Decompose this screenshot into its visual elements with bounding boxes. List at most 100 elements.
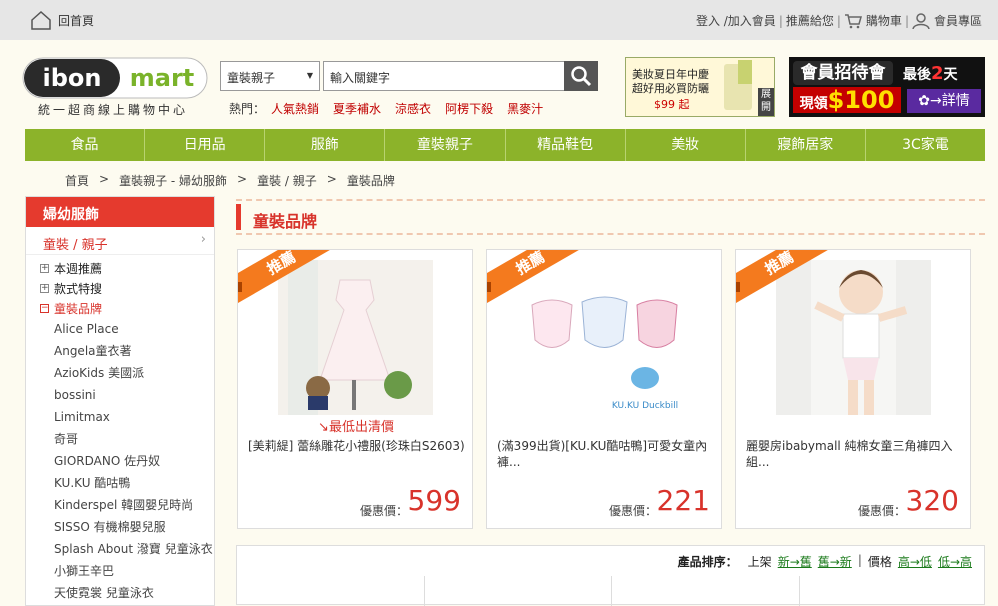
ibon-mart-logo[interactable]: ibon mart [22, 57, 208, 99]
top-links: 登入 /加入會員 | 推薦給您 | 購物車 | 會員專區 [695, 12, 982, 29]
search-icon [571, 66, 592, 87]
product-name[interactable]: 麗嬰房ibabymall 純棉女童三角褲四入組... [746, 438, 964, 470]
nav-item-home[interactable]: 寢飾居家 [746, 129, 866, 161]
member-event-banner[interactable]: 會員招待會 最後2天 現領$100 ✿→詳情 [789, 57, 985, 117]
recommend-link[interactable]: 推薦給您 [786, 12, 834, 29]
banner2-countdown: 最後2天 [903, 63, 958, 84]
breadcrumb-separator: > [99, 172, 110, 186]
breadcrumb-subcategory[interactable]: 童裝 / 親子 [257, 172, 317, 189]
expand-icon: + [40, 282, 49, 293]
search-button[interactable] [564, 61, 598, 91]
cart-link[interactable]: 購物車 [866, 12, 902, 29]
product-cell[interactable] [800, 576, 987, 606]
price-value: 221 [656, 484, 710, 517]
sidebar-group-brands[interactable]: − 童裝品牌 [40, 298, 214, 318]
product-cell[interactable] [237, 576, 425, 606]
nav-item-kids[interactable]: 童裝親子 [385, 129, 506, 161]
sort-shelf-label: 上架 [747, 555, 772, 569]
cart-icon [844, 13, 862, 28]
sidebar-item-brand[interactable]: 奇哥 [54, 428, 214, 450]
product-sort-panel: 產品排序： 上架 新→舊 舊→新 | 價格 高→低 低→高 [236, 545, 987, 606]
home-icon [31, 10, 51, 30]
product-image-girl[interactable] [776, 260, 931, 415]
sidebar-item-brand[interactable]: Angela童衣著 [54, 340, 214, 362]
main-nav: 食品 日用品 服飾 童裝親子 精品鞋包 美妝 寢飾居家 3C家電 [25, 129, 985, 161]
login-link[interactable]: 登入 /加入會員 [696, 12, 776, 29]
sidebar-item-brand[interactable]: GIORDANO 佐丹奴 [54, 450, 214, 472]
sidebar-item-brand[interactable]: KU.KU 酷咕鴨 [54, 472, 214, 494]
product-name[interactable]: (滿399出貨)[KU.KU酷咕鴨]可愛女童內褲... [497, 438, 715, 470]
price-value: 599 [407, 484, 461, 517]
sidebar-heading: 婦幼服飾 [26, 197, 214, 227]
sidebar-item-brand[interactable]: Kinderspel 韓國嬰兒時尚 [54, 494, 214, 516]
nav-item-apparel[interactable]: 服飾 [265, 129, 386, 161]
breadcrumb-separator: > [326, 172, 337, 186]
hot-label: 熱門： [229, 102, 266, 116]
breadcrumb-category[interactable]: 童裝親子 - 婦幼服飾 [119, 172, 227, 189]
nav-item-luxury[interactable]: 精品鞋包 [506, 129, 626, 161]
banner1-price: $99 起 [654, 98, 690, 111]
price-label: 優惠價： [359, 504, 408, 518]
top-bar: 回首頁 登入 /加入會員 | 推薦給您 | 購物車 | 會員專區 [0, 0, 998, 40]
sort-high-to-low[interactable]: 高→低 [898, 553, 932, 570]
sidebar-item-brand[interactable]: Splash About 潑寶 兒童泳衣 [54, 538, 214, 560]
sidebar-item-brand[interactable]: 小獅王辛巴 [54, 560, 214, 582]
sort-old-to-new[interactable]: 舊→新 [818, 553, 852, 570]
product-image-dress[interactable] [278, 260, 433, 415]
sidebar-group-weekly[interactable]: + 本週推薦 [40, 258, 214, 278]
sort-low-to-high[interactable]: 低→高 [938, 553, 972, 570]
expand-icon: + [40, 262, 49, 273]
sort-title: 產品排序： [677, 555, 738, 569]
price-label: 優惠價： [857, 504, 906, 518]
member-link[interactable]: 會員專區 [934, 12, 982, 29]
hot-keyword[interactable]: 夏季補水 [333, 100, 381, 117]
product-cell[interactable] [425, 576, 612, 606]
product-card[interactable]: KU.KU Duckbill 推薦 (滿399出貨)[KU.KU酷咕鴨]可愛女童… [486, 249, 722, 529]
sidebar-item-brand[interactable]: Alice Place [54, 318, 214, 340]
kuku-logo-text: KU.KU Duckbill [612, 401, 678, 411]
product-cell[interactable] [612, 576, 800, 606]
sidebar-item-brand[interactable]: 天使霓裳 兒童泳衣 [54, 582, 214, 604]
nav-item-daily[interactable]: 日用品 [145, 129, 266, 161]
logo-subtitle: 統一超商線上購物中心 [38, 103, 189, 117]
hot-keyword[interactable]: 涼感衣 [395, 100, 431, 117]
banner1-expand-button[interactable]: 展開 [758, 88, 774, 116]
hot-keyword[interactable]: 人氣熱銷 [271, 100, 319, 117]
nav-item-food[interactable]: 食品 [25, 129, 146, 161]
breadcrumb-current[interactable]: 童裝品牌 [347, 172, 395, 189]
brand-list: Alice Place Angela童衣著 AzioKids 美國派 bossi… [26, 318, 214, 604]
banner2-title: 會員招待會 [793, 61, 893, 85]
home-link[interactable]: 回首頁 [30, 10, 94, 30]
category-sidebar: 婦幼服飾 童裝 / 親子 › + 本週推薦 + 款式特搜 − 童裝品牌 Alic… [25, 196, 215, 606]
sidebar-item-brand[interactable]: bossini [54, 384, 214, 406]
member-icon [912, 12, 930, 29]
price-label: 優惠價： [608, 504, 657, 518]
sidebar-group-styles[interactable]: + 款式特搜 [40, 278, 214, 298]
sidebar-item-brand[interactable]: Limitmax [54, 406, 214, 428]
price-value: 320 [905, 484, 959, 517]
beauty-promo-banner[interactable]: 美妝夏日年中慶 超好用必買防曬 $99 起 展開 [625, 57, 775, 117]
product-cap-image [738, 60, 752, 84]
sort-new-to-old[interactable]: 新→舊 [778, 553, 812, 570]
product-card[interactable]: 推薦 麗嬰房ibabymall 純棉女童三角褲四入組... 優惠價： 320 [735, 249, 971, 529]
sidebar-subcategory[interactable]: 童裝 / 親子 › [26, 227, 214, 255]
search-input[interactable]: 輸入關鍵字 [323, 61, 565, 91]
section-title: 童裝品牌 [253, 212, 318, 231]
hot-keyword[interactable]: 阿楞下殺 [445, 100, 493, 117]
logo-text-mart: mart [130, 64, 195, 92]
banner2-cash: 現領$100 [793, 87, 901, 113]
banner2-detail-button[interactable]: ✿→詳情 [907, 89, 981, 113]
category-select[interactable]: 童裝親子 ▼ [220, 61, 320, 91]
banner1-line2: 超好用必買防曬 [632, 82, 709, 95]
section-accent-bar [236, 204, 241, 230]
breadcrumb-home[interactable]: 首頁 [65, 172, 89, 189]
hot-keyword[interactable]: 黑麥汁 [507, 100, 543, 117]
product-card[interactable]: 推薦 ↘最低出清價 [美莉緹] 蕾絲雕花小禮服(珍珠白S2603) 優惠價： 5… [237, 249, 473, 529]
product-image-underwear[interactable]: KU.KU Duckbill [527, 260, 682, 415]
sidebar-item-brand[interactable]: AzioKids 美國派 [54, 362, 214, 384]
sidebar-item-brand[interactable]: SISSO 有機棉嬰兒服 [54, 516, 214, 538]
nav-item-beauty[interactable]: 美妝 [626, 129, 746, 161]
nav-item-3c[interactable]: 3C家電 [866, 129, 985, 161]
breadcrumb: 首頁 > 童裝親子 - 婦幼服飾 > 童裝 / 親子 > 童裝品牌 [65, 172, 395, 189]
product-name[interactable]: [美莉緹] 蕾絲雕花小禮服(珍珠白S2603) [248, 438, 466, 454]
